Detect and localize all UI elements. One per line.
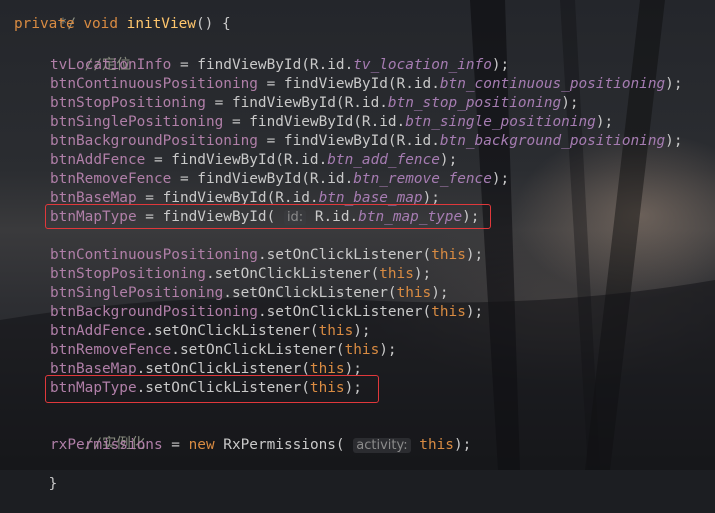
code-text: .setOnClickListener( [223,285,397,301]
class-reference[interactable]: RxPermissions( [215,437,354,453]
code-text: = findViewById(R.id. [171,171,354,187]
code-text: ); [465,247,484,263]
keyword: this [431,247,466,263]
field-reference[interactable]: btnStopPositioning [50,266,206,282]
code-text: .setOnClickListener( [257,247,432,263]
highlight-box [45,204,491,229]
keyword: this [396,285,432,301]
code-line-method-declaration: private void initView() { [14,15,231,34]
code-text: ); [595,114,614,130]
code-line: //定位 [50,37,131,73]
code-text: = findViewById(R.id. [257,76,440,92]
keyword: void [83,16,118,32]
field-reference[interactable]: btnRemoveFence [50,342,171,358]
field-reference[interactable]: tvLocationInfo [50,57,171,73]
code-text: ); [439,152,458,168]
code-text: = findViewById(R.id. [205,95,388,111]
highlight-box [45,375,379,403]
keyword: this [379,266,414,282]
keyword: private [14,16,75,32]
resource-id[interactable]: btn_stop_positioning [388,95,561,111]
field-reference[interactable]: btnContinuousPositioning [50,76,258,92]
field-reference[interactable]: rxPermissions [50,437,163,453]
code-text: = findViewById(R.id. [171,57,354,73]
code-text: ); [561,95,579,111]
code-line: btnContinuousPositioning.setOnClickListe… [50,246,483,265]
code-text: ); [665,76,683,92]
code-line: //实例化 [50,416,146,452]
resource-id[interactable]: btn_remove_fence [353,171,492,187]
code-line: } [14,456,58,492]
code-line: btnBackgroundPositioning = findViewById(… [50,132,682,151]
code-line: */ [24,0,76,32]
field-reference[interactable]: btnBackgroundPositioning [50,133,258,149]
code-line: btnRemoveFence.setOnClickListener(this); [50,341,397,360]
code-text: ); [353,323,371,339]
code-text: ); [665,133,683,149]
code-line: btnSinglePositioning.setOnClickListener(… [50,284,449,303]
code-line: btnRemoveFence = findViewById(R.id.btn_r… [50,170,509,189]
resource-id[interactable]: btn_single_positioning [405,114,596,130]
keyword: new [188,437,215,453]
code-line: btnStopPositioning = findViewById(R.id.b… [50,94,579,113]
keyword: this [318,323,354,339]
code-editor[interactable]: */ private void initView() { //定位 tvLoca… [0,0,715,492]
code-text: () { [195,16,231,32]
code-line: tvLocationInfo = findViewById(R.id.tv_lo… [50,56,509,75]
code-text: ); [413,266,432,282]
code-text: ); [465,304,484,320]
code-line: btnBackgroundPositioning.setOnClickListe… [50,303,483,322]
code-text: ); [491,171,510,187]
code-line: rxPermissions = new RxPermissions( activ… [50,436,471,455]
keyword: this [431,304,466,320]
code-text: ); [431,285,449,301]
field-reference[interactable]: btnSinglePositioning [50,114,223,130]
field-reference[interactable]: btnAddFence [50,152,145,168]
code-line: btnStopPositioning.setOnClickListener(th… [50,265,431,284]
code-line: btnSinglePositioning = findViewById(R.id… [50,113,613,132]
field-reference[interactable]: btnSinglePositioning [50,285,223,301]
field-reference[interactable]: btnAddFence [50,323,145,339]
field-reference[interactable]: btnBackgroundPositioning [50,304,258,320]
code-text: .setOnClickListener( [205,266,380,282]
code-text: ); [453,437,472,453]
field-reference[interactable]: btnStopPositioning [50,95,206,111]
code-text: .setOnClickListener( [145,323,319,339]
code-text: = findViewById(R.id. [257,133,440,149]
parameter-hint: activity: [353,438,411,453]
method-name[interactable]: initView [127,16,196,32]
code-text: ); [491,57,510,73]
field-reference[interactable]: btnContinuousPositioning [50,247,258,263]
closing-brace: } [48,476,58,492]
code-line: btnAddFence = findViewById(R.id.btn_add_… [50,151,457,170]
resource-id[interactable]: btn_background_positioning [440,133,665,149]
code-line: btnContinuousPositioning = findViewById(… [50,75,682,94]
code-text: .setOnClickListener( [171,342,345,358]
field-reference[interactable]: btnRemoveFence [50,171,171,187]
resource-id[interactable]: tv_location_info [353,57,492,73]
code-text: = findViewById(R.id. [223,114,406,130]
code-line: btnAddFence.setOnClickListener(this); [50,322,371,341]
keyword: this [344,342,380,358]
code-text: .setOnClickListener( [257,304,432,320]
code-text: ); [379,342,397,358]
resource-id[interactable]: btn_continuous_positioning [440,76,665,92]
keyword: this [419,437,454,453]
code-text: = [162,437,189,453]
resource-id[interactable]: btn_add_fence [327,152,440,168]
code-text: = findViewById(R.id. [145,152,328,168]
